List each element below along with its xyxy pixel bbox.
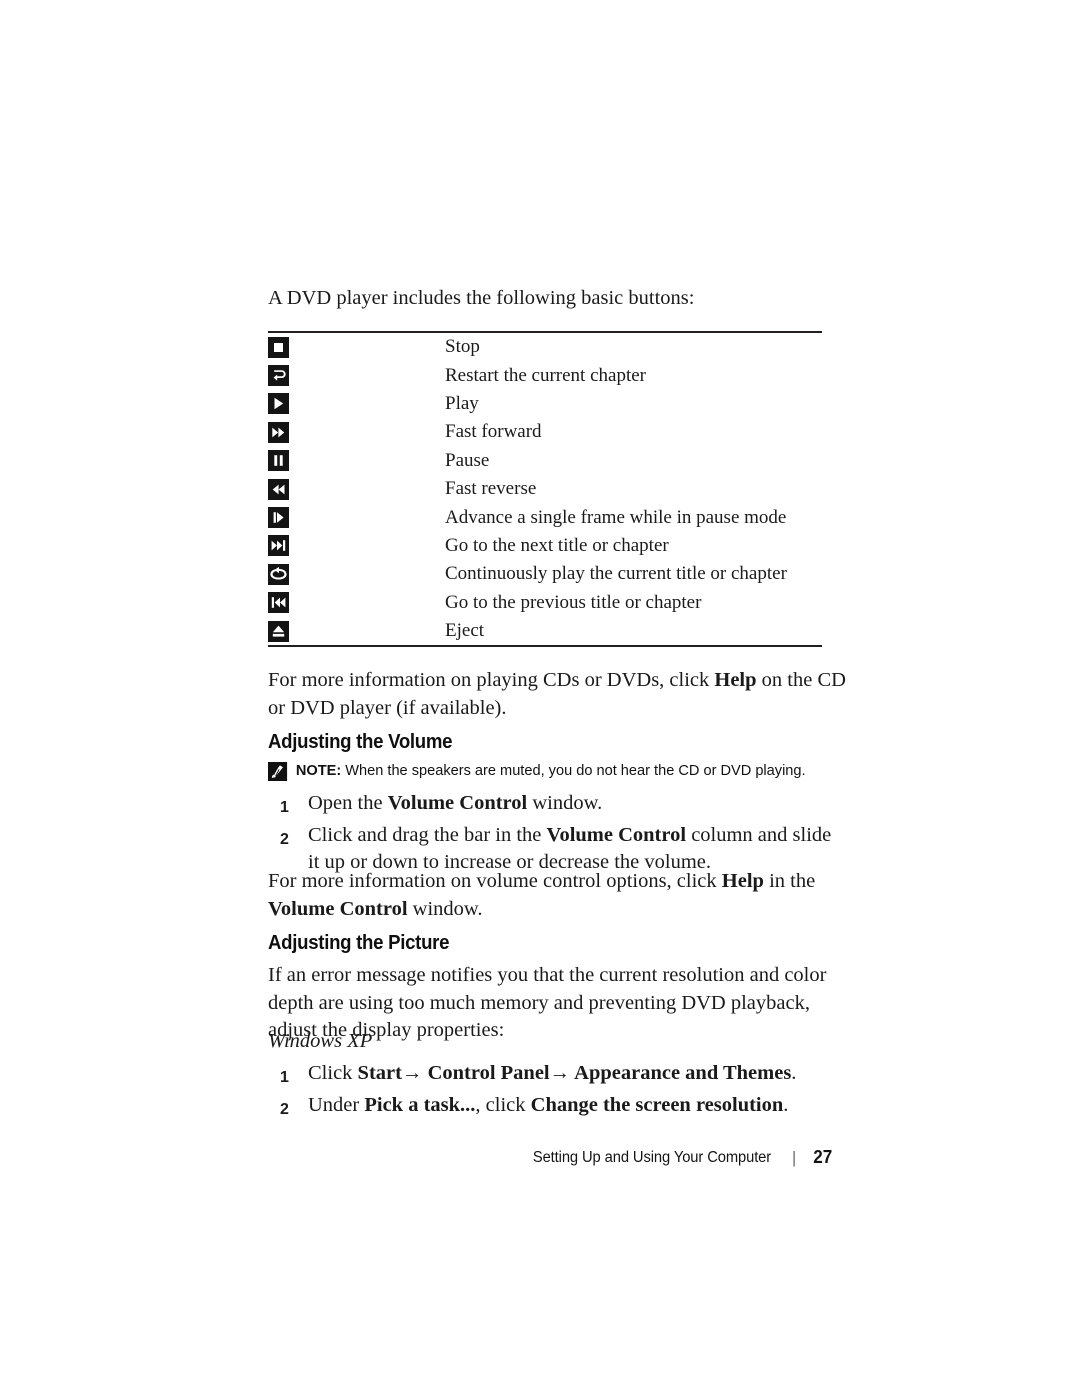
button-description: Play [445, 392, 479, 414]
picture-step-2-text: Under Pick a task..., click Change the s… [308, 1092, 845, 1120]
picture-step-2-number: 2 [280, 1100, 289, 1118]
picture-step-1-part2: . [791, 1062, 797, 1084]
table-row: Fast forward [268, 418, 822, 446]
volume-step-1: 1 Open the Volume Control window. [280, 790, 845, 822]
button-description: Go to the next title or chapter [445, 534, 669, 556]
table-row: Go to the previous title or chapter [268, 589, 822, 617]
windows-xp-label: Windows XP [268, 1030, 373, 1052]
control-panel-bold: Control Panel [422, 1062, 550, 1084]
picture-step-2-part1: Under [308, 1093, 365, 1116]
document-page: A DVD player includes the following basi… [0, 0, 1080, 1397]
note-body: When the speakers are muted, you do not … [341, 762, 806, 779]
arrow-icon-2: → [549, 1062, 571, 1084]
help-bold-1: Help [714, 669, 757, 691]
help-bold-2: Help [721, 870, 764, 892]
button-description: Eject [445, 620, 485, 642]
more-info-cd-part1: For more information on playing CDs or D… [268, 669, 715, 691]
button-description: Restart the current chapter [445, 364, 646, 386]
volume-control-bold-3: Volume Control [268, 897, 408, 920]
previous-title-icon [268, 592, 289, 614]
more-info-cd-paragraph: For more information on playing CDs or D… [268, 667, 846, 722]
icon-cell [268, 560, 445, 588]
volume-control-bold-1: Volume Control [387, 792, 528, 814]
pause-icon [268, 450, 289, 472]
heading-adjusting-the-picture: Adjusting the Picture [268, 932, 450, 954]
picture-step-1-number: 1 [280, 1069, 289, 1086]
table-row: Advance a single frame while in pause mo… [268, 503, 822, 531]
icon-cell [268, 390, 445, 418]
more-info-volume-part3: window. [407, 897, 483, 920]
icon-cell [268, 361, 445, 389]
heading-adjusting-the-volume: Adjusting the Volume [268, 731, 453, 753]
footer-page-number: 27 [813, 1147, 833, 1167]
icon-cell [268, 333, 445, 361]
change-resolution-bold: Change the screen resolution [530, 1093, 784, 1116]
frame-advance-icon [268, 507, 289, 529]
button-description: Continuously play the current title or c… [445, 563, 787, 585]
icon-cell [268, 418, 445, 446]
note-label: NOTE: [295, 762, 342, 779]
icon-cell [268, 589, 445, 617]
pick-a-task-bold: Pick a task... [364, 1093, 476, 1116]
restart-chapter-icon [268, 365, 289, 387]
next-title-icon [268, 535, 289, 557]
note-text: NOTE: When the speakers are muted, you d… [296, 761, 806, 781]
picture-step-2: 2 Under Pick a task..., click Change the… [280, 1092, 845, 1124]
button-description: Go to the previous title or chapter [445, 591, 702, 613]
table-row: Restart the current chapter [268, 361, 822, 389]
arrow-icon-1: → [401, 1062, 423, 1084]
start-bold: Start [357, 1062, 402, 1084]
icon-cell [268, 475, 445, 503]
appearance-themes-bold: Appearance and Themes [570, 1062, 792, 1084]
button-description: Fast reverse [445, 478, 537, 500]
volume-step-2-number: 2 [280, 830, 289, 848]
picture-step-2-part2: , click [475, 1093, 531, 1116]
icon-cell [268, 532, 445, 560]
volume-step-1-part1: Open the [308, 792, 388, 814]
button-description: Stop [445, 336, 480, 358]
table-row: Pause [268, 447, 822, 475]
picture-step-1-text: Click Start→ Control Panel→ Appearance a… [308, 1060, 845, 1088]
dvd-buttons-table: Stop Restart the current chapter Play Fast … [268, 331, 822, 648]
fast-reverse-icon [268, 478, 289, 500]
footer-chapter-title: Setting Up and Using Your Computer [532, 1148, 772, 1166]
button-description: Pause [445, 449, 490, 471]
volume-step-1-text: Open the Volume Control window. [308, 790, 845, 818]
footer-separator: | [791, 1147, 797, 1167]
volume-steps-list: 1 Open the Volume Control window. 2 Clic… [280, 790, 845, 877]
volume-step-1-number: 1 [280, 799, 289, 816]
more-info-volume-part2: in the [763, 870, 816, 892]
table-row: Play [268, 390, 822, 418]
picture-step-1-part1: Click [308, 1062, 358, 1084]
volume-control-bold-2: Volume Control [546, 823, 687, 846]
eject-icon [268, 620, 289, 642]
volume-step-2-part1: Click and drag the bar in the [308, 823, 547, 846]
table-row: Continuously play the current title or c… [268, 560, 822, 588]
icon-cell [268, 447, 445, 475]
table-row: Stop [268, 333, 822, 361]
table-row: Fast reverse [268, 475, 822, 503]
picture-step-2-part3: . [783, 1093, 789, 1116]
stop-icon [268, 336, 289, 358]
button-description: Fast forward [445, 421, 542, 443]
icon-cell [268, 617, 445, 645]
picture-steps-list: 1 Click Start→ Control Panel→ Appearance… [280, 1060, 845, 1123]
more-info-volume-paragraph: For more information on volume control o… [268, 868, 838, 923]
note-callout-volume: NOTE: When the speakers are muted, you d… [268, 761, 815, 781]
button-description: Advance a single frame while in pause mo… [445, 506, 787, 528]
intro-paragraph: A DVD player includes the following basi… [268, 287, 695, 309]
page-footer: Setting Up and Using Your Computer | 27 [297, 1147, 839, 1168]
fast-forward-icon [268, 421, 289, 443]
icon-cell [268, 503, 445, 531]
table-row: Go to the next title or chapter [268, 532, 822, 560]
more-info-volume-part1: For more information on volume control o… [268, 870, 722, 892]
table-row: Eject [268, 617, 822, 645]
volume-step-1-part2: window. [527, 792, 603, 814]
picture-step-1: 1 Click Start→ Control Panel→ Appearance… [280, 1060, 845, 1092]
play-icon [268, 393, 289, 415]
loop-play-icon [268, 563, 289, 585]
note-pencil-icon [268, 762, 288, 781]
